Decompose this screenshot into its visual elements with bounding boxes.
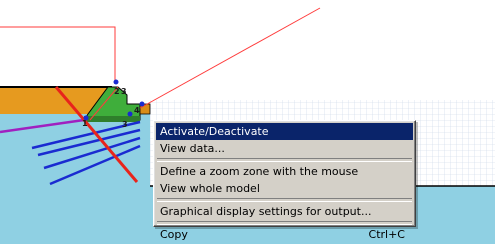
menu-item-label: Graphical display settings for output... [160, 205, 372, 218]
node-marker [113, 79, 119, 85]
thin-red-diagonal [139, 7, 321, 109]
node-label: 4 [134, 106, 140, 115]
menu-separator [157, 158, 412, 162]
menu-item-label: Define a zoom zone with the mouse [160, 165, 359, 178]
context-menu: Activate/Deactivate View data... Define … [153, 120, 416, 241]
node-label: 3 [122, 120, 128, 129]
menu-separator [157, 221, 412, 225]
menu-item-label: Copy [160, 228, 188, 241]
node-label: 3 [121, 87, 127, 96]
thin-red-guide [0, 26, 116, 80]
menu-item-graphical-display-settings[interactable]: Graphical display settings for output... [156, 203, 413, 220]
menu-item-view-whole-model[interactable]: View whole model [156, 180, 413, 197]
node-label: 1 [82, 119, 88, 128]
node-marker [139, 101, 145, 107]
menu-item-label: View whole model [160, 182, 260, 195]
menu-item-shortcut: Ctrl+C [368, 228, 405, 241]
menu-item-label: Activate/Deactivate [160, 125, 269, 138]
node-marker [127, 111, 133, 117]
menu-separator [157, 198, 412, 202]
menu-item-copy[interactable]: Copy Ctrl+C [156, 226, 413, 243]
menu-item-view-data[interactable]: View data... [156, 140, 413, 157]
node-label: 2 [114, 87, 120, 96]
menu-item-define-zoom-zone[interactable]: Define a zoom zone with the mouse [156, 163, 413, 180]
menu-item-label: View data... [160, 142, 225, 155]
menu-item-activate-deactivate[interactable]: Activate/Deactivate [156, 123, 413, 140]
